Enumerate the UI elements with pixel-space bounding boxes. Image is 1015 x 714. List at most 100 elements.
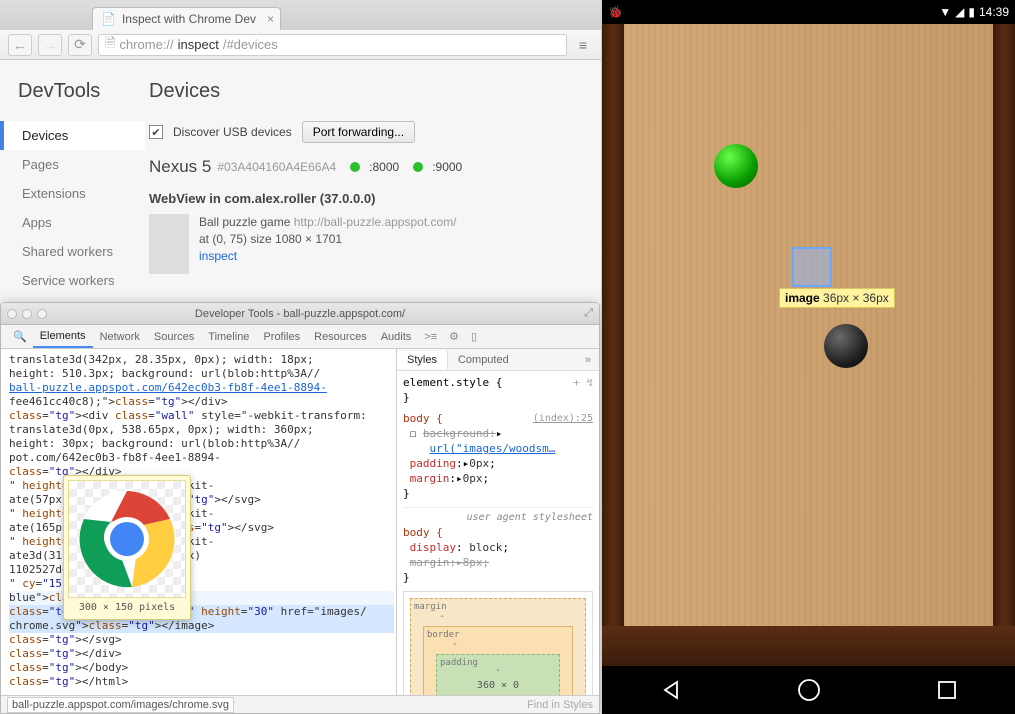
tab-resources[interactable]: Resources [307, 327, 374, 347]
rule-origin[interactable]: (index):25 [533, 411, 593, 426]
tab-network[interactable]: Network [93, 327, 147, 347]
code-line[interactable]: ball-puzzle.appspot.com/642ec0b3-fb8f-4e… [9, 381, 394, 395]
code-line[interactable]: translate3d(342px, 28.35px, 0px); width:… [9, 353, 394, 367]
green-ball[interactable] [714, 144, 758, 188]
code-line[interactable]: class="tg"></html> [9, 675, 394, 689]
find-in-styles[interactable]: Find in Styles [527, 699, 593, 711]
close-icon[interactable]: × [267, 12, 274, 26]
discover-label: Discover USB devices [173, 125, 292, 139]
sidebar-item-shared-workers[interactable]: Shared workers [0, 237, 145, 266]
android-navbar [602, 666, 1015, 714]
code-line[interactable]: height: 510.3px; background: url(blob:ht… [9, 367, 394, 381]
status-path: ball-puzzle.appspot.com/images/chrome.sv… [7, 697, 234, 713]
back-button[interactable]: ← [8, 34, 32, 56]
webview-meta: at (0, 75) size 1080 × 1701 [199, 232, 342, 246]
popout-icon[interactable]: ⤢ [584, 307, 593, 320]
sidebar-item-pages[interactable]: Pages [0, 150, 145, 179]
code-line[interactable]: class="tg"></body> [9, 661, 394, 675]
styles-tab[interactable]: Styles [397, 351, 448, 369]
code-line[interactable]: pot.com/642ec0b3-fb8f-4ee1-8894- [9, 451, 394, 465]
brand: DevTools [18, 80, 145, 103]
search-icon[interactable]: 🔍 [7, 330, 33, 343]
discover-checkbox[interactable]: ✔ [149, 125, 163, 139]
more-icon[interactable]: » [577, 354, 599, 366]
computed-tab[interactable]: Computed [448, 351, 519, 369]
page-title: Devices [149, 80, 589, 103]
sidebar-item-apps[interactable]: Apps [0, 208, 145, 237]
elements-pane[interactable]: 300 × 150 pixels translate3d(342px, 28.3… [1, 349, 396, 695]
tab-elements[interactable]: Elements [33, 326, 93, 348]
code-line[interactable]: class="tg"><div class="wall" style="-web… [9, 409, 394, 423]
gear-icon[interactable]: ⚙ [443, 330, 465, 343]
url-path: inspect [178, 37, 219, 52]
frame-left [602, 24, 624, 666]
tab-favicon: 📄 [101, 12, 116, 26]
sidebar-item-devices[interactable]: Devices [0, 121, 145, 150]
device-name: Nexus 5 [149, 157, 211, 177]
tooltip-caption: 300 × 150 pixels [68, 598, 186, 615]
tab-profiles[interactable]: Profiles [256, 327, 307, 347]
webview-header: WebView in com.alex.roller (37.0.0.0) [149, 191, 589, 206]
webview-url: http://ball-puzzle.appspot.com/ [294, 215, 457, 229]
url-hash: /#devices [223, 37, 278, 52]
menu-icon[interactable]: ≡ [573, 37, 593, 53]
game-board[interactable]: image 36px × 36px [624, 24, 993, 666]
android-statusbar: 🐞 ▼ ◢ ▮ 14:39 [602, 0, 1015, 24]
devtools-titlebar[interactable]: Developer Tools - ball-puzzle.appspot.co… [1, 303, 599, 325]
devtools-tabs: 🔍 Elements Network Sources Timeline Prof… [1, 325, 599, 349]
webview-thumb [149, 214, 189, 274]
tab-strip: 📄 Inspect with Chrome Dev × [0, 0, 601, 30]
debug-icon: 🐞 [608, 5, 623, 19]
dark-ball[interactable] [824, 324, 868, 368]
device-id: #03A404160A4E66A4 [217, 160, 336, 174]
tab-title: Inspect with Chrome Dev [122, 12, 256, 26]
home-icon[interactable] [796, 677, 822, 703]
dock-icon[interactable]: ▯ [465, 330, 483, 343]
image-preview-tooltip: 300 × 150 pixels [63, 475, 191, 620]
android-device: 🐞 ▼ ◢ ▮ 14:39 image 36px × 36px [602, 0, 1015, 714]
signal-icon: ◢ [955, 5, 964, 19]
code-line[interactable]: translate3d(0px, 538.65px, 0px); width: … [9, 423, 394, 437]
webview-title: Ball puzzle game [199, 215, 290, 229]
code-line[interactable]: chrome.svg">class="tg"></image> [9, 619, 394, 633]
inspected-image[interactable] [794, 249, 830, 285]
element-style: element.style { [403, 376, 502, 389]
devtools-title: Developer Tools - ball-puzzle.appspot.co… [195, 308, 405, 320]
sidebar-item-service-workers[interactable]: Service workers [0, 266, 145, 295]
port-dot-icon [413, 162, 423, 172]
port-forwarding-button[interactable]: Port forwarding... [302, 121, 415, 143]
url-protocol: chrome:// [119, 37, 173, 52]
clock: 14:39 [979, 5, 1009, 19]
devtools-window: Developer Tools - ball-puzzle.appspot.co… [0, 302, 600, 714]
inspect-tooltip: image 36px × 36px [779, 288, 895, 308]
code-line[interactable]: height: 30px; background: url(blob:http%… [9, 437, 394, 451]
code-line[interactable]: class="tg"></svg> [9, 633, 394, 647]
inspect-link[interactable]: inspect [199, 249, 237, 263]
port-dot-icon [350, 162, 360, 172]
browser-tab[interactable]: 📄 Inspect with Chrome Dev × [92, 7, 281, 30]
box-model: margin - border - padding - 360 × 0 [403, 591, 593, 695]
code-line[interactable]: fee461cc40c8);">class="tg"></div> [9, 395, 394, 409]
devtools-statusbar: ball-puzzle.appspot.com/images/chrome.sv… [1, 695, 599, 713]
frame-bottom [602, 626, 1015, 666]
tab-sources[interactable]: Sources [147, 327, 201, 347]
port-8000: :8000 [369, 160, 399, 174]
reload-button[interactable]: ⟳ [68, 34, 92, 56]
doc-icon: 🗎 [105, 34, 115, 56]
tab-audits[interactable]: Audits [374, 327, 419, 347]
tab-timeline[interactable]: Timeline [201, 327, 256, 347]
styles-pane: Styles Computed » element.style { + ↯} (… [396, 349, 599, 695]
selector-body: body { [403, 412, 443, 425]
frame-right [993, 24, 1015, 666]
sidebar-item-extensions[interactable]: Extensions [0, 179, 145, 208]
battery-icon: ▮ [968, 5, 975, 19]
address-bar[interactable]: 🗎 chrome:// inspect /#devices [98, 34, 567, 56]
recent-icon[interactable] [936, 679, 958, 701]
chrome-logo-icon [77, 489, 177, 589]
back-icon[interactable] [659, 678, 683, 702]
wifi-icon: ▼ [939, 5, 951, 19]
code-line[interactable]: class="tg"></div> [9, 647, 394, 661]
browser-toolbar: ← → ⟳ 🗎 chrome:// inspect /#devices ≡ [0, 30, 601, 60]
forward-button[interactable]: → [38, 34, 62, 56]
console-icon[interactable]: >≡ [418, 331, 443, 343]
